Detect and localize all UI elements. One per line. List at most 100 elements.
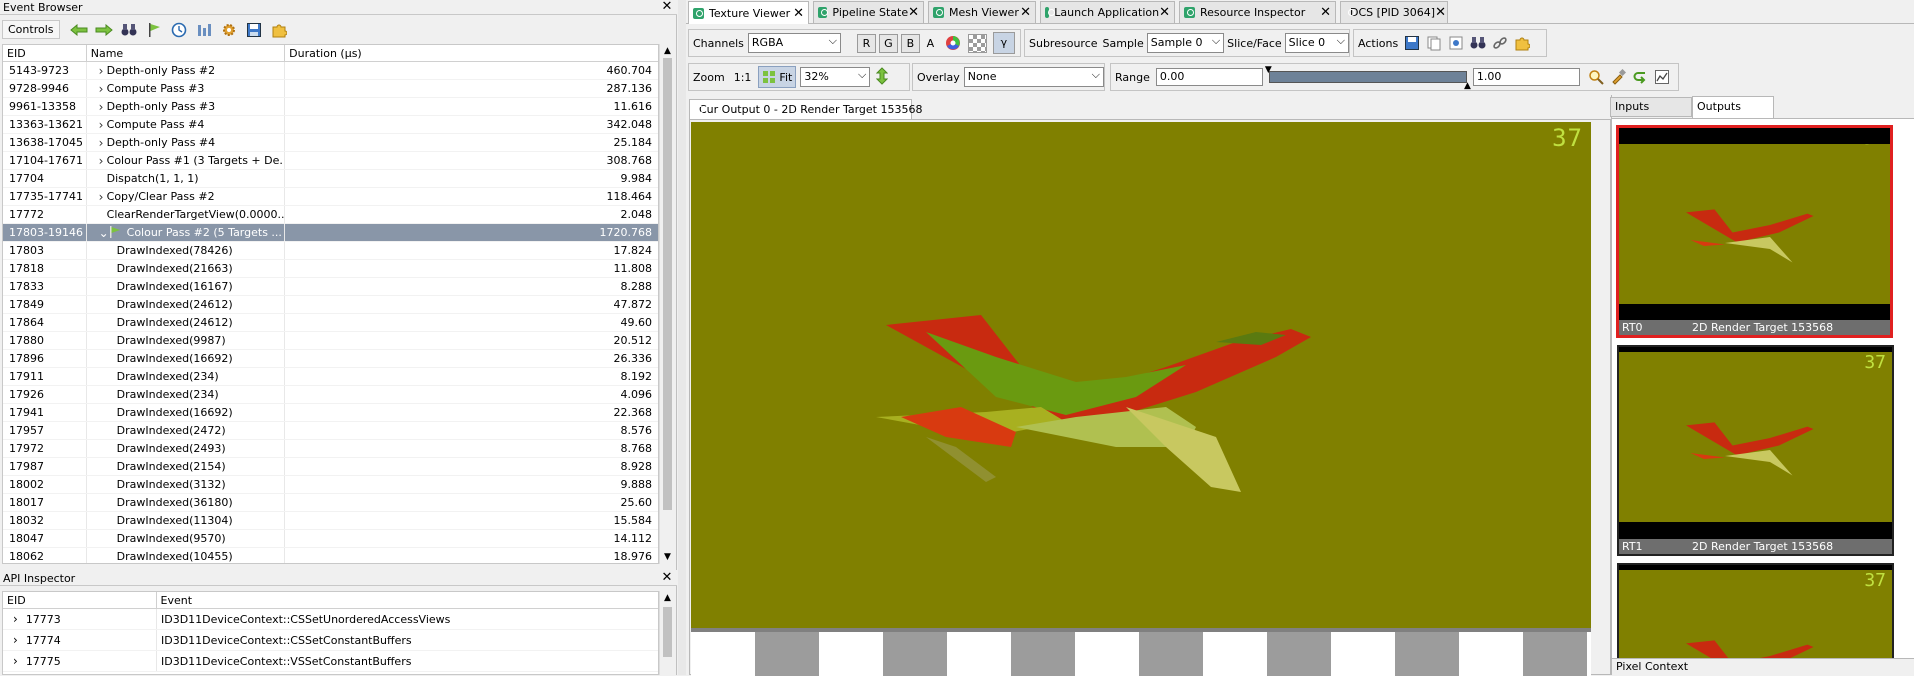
api-column-header-event[interactable]: Event (157, 592, 658, 608)
event-row[interactable]: 17957 DrawIndexed(2472) 8.576 (3, 422, 658, 440)
event-row[interactable]: 17864 DrawIndexed(24612) 49.60 (3, 314, 658, 332)
event-row[interactable]: 18047 DrawIndexed(9570) 14.112 (3, 530, 658, 548)
histogram-icon[interactable] (1653, 68, 1671, 86)
event-row[interactable]: 17833 DrawIndexed(16167) 8.288 (3, 278, 658, 296)
scroll-up-arrow-icon[interactable]: ▲ (660, 44, 675, 58)
tab-inputs[interactable]: Inputs (1610, 97, 1692, 117)
channel-g-toggle[interactable]: G (878, 33, 898, 53)
event-row[interactable]: 17772 ClearRenderTargetView(0.0000... 2.04… (3, 206, 658, 224)
pipette-icon[interactable] (1609, 68, 1627, 86)
channel-a-toggle[interactable]: A (923, 37, 938, 50)
expand-chevron-icon[interactable]: › (13, 654, 18, 668)
back-arrow-icon[interactable] (68, 19, 90, 41)
event-row[interactable]: 17941 DrawIndexed(16692) 22.368 (3, 404, 658, 422)
expand-chevron-icon[interactable]: › (99, 188, 104, 205)
gamma-toggle[interactable]: γ (992, 32, 1015, 54)
reset-range-icon[interactable] (1631, 68, 1649, 86)
forward-arrow-icon[interactable] (93, 19, 115, 41)
scroll-down-arrow-icon[interactable]: ▼ (660, 550, 675, 564)
link-chain-icon[interactable] (1491, 34, 1509, 52)
settings-gear-icon[interactable] (218, 19, 240, 41)
event-row[interactable]: 17704 Dispatch(1, 1, 1) 9.984 (3, 170, 658, 188)
api-inspector-close-icon[interactable]: ✕ (661, 571, 673, 585)
checkerboard-background-icon[interactable] (967, 33, 987, 53)
column-header-name[interactable]: Name (87, 45, 286, 61)
event-row[interactable]: 13363-13621 › Compute Pass #4 342.048 (3, 116, 658, 134)
tab-pipeline-state[interactable]: Pipeline State ✕ (813, 1, 924, 23)
event-row[interactable]: 17926 DrawIndexed(234) 4.096 (3, 386, 658, 404)
open-texture-list-icon[interactable] (1425, 34, 1443, 52)
event-row[interactable]: 17987 DrawIndexed(2154) 8.928 (3, 458, 658, 476)
pixel-context-title[interactable]: Pixel Context (1612, 658, 1914, 675)
find-binoculars-icon[interactable] (118, 19, 140, 41)
api-table-scrollbar[interactable]: ▲ (659, 591, 675, 675)
event-row[interactable]: 17896 DrawIndexed(16692) 26.336 (3, 350, 658, 368)
output-thumbnail-rt1[interactable]: 37 RT1 2D Render Target 153568 (1617, 345, 1894, 556)
expand-chevron-icon[interactable]: › (99, 134, 104, 151)
controls-toggle[interactable]: Controls (2, 20, 60, 39)
range-histogram-slider[interactable]: ▼ ▲ (1265, 65, 1471, 91)
scrollbar-thumb[interactable] (663, 58, 672, 510)
tab-close-icon[interactable]: ✕ (1159, 5, 1170, 20)
tab-mesh-viewer[interactable]: Mesh Viewer ✕ (928, 1, 1036, 23)
event-row[interactable]: 13638-17045 › Depth-only Pass #4 25.184 (3, 134, 658, 152)
expand-chevron-icon[interactable]: › (13, 612, 18, 626)
expand-chevron-icon[interactable]: › (99, 116, 104, 133)
range-min-input[interactable]: 0.00 (1155, 68, 1263, 86)
event-browser-close-icon[interactable]: ✕ (661, 0, 673, 14)
event-row[interactable]: 18017 DrawIndexed(36180) 25.60 (3, 494, 658, 512)
view-texture-icon[interactable] (1447, 34, 1465, 52)
output-thumbnail-rt2[interactable]: 37 (1617, 563, 1894, 658)
fit-button[interactable]: Fit (758, 66, 797, 88)
column-header-eid[interactable]: EID (3, 45, 87, 61)
channels-dropdown[interactable]: RGBA (747, 32, 841, 53)
expand-chevron-icon[interactable]: › (99, 80, 104, 97)
tab-outputs[interactable]: Outputs (1692, 96, 1774, 118)
event-row[interactable]: 17803-19146 ⌄ Colour Pass #2 (5 Targets ..… (3, 224, 658, 242)
api-row[interactable]: › 17774 ID3D11DeviceContext::CSSetConstant… (3, 630, 658, 651)
overlay-dropdown[interactable]: None (963, 66, 1104, 87)
timer-clock-icon[interactable] (168, 19, 190, 41)
expand-chevron-icon[interactable]: › (99, 98, 104, 115)
range-max-handle-icon[interactable]: ▲ (1464, 81, 1471, 91)
channel-b-toggle[interactable]: B (900, 33, 920, 53)
viewer-tab[interactable]: Cur Output 0 - 2D Render Target 153568 (689, 99, 922, 119)
sample-dropdown[interactable]: Sample 0 (1146, 32, 1225, 53)
range-min-handle-icon[interactable]: ▼ (1265, 65, 1272, 75)
tab-close-icon[interactable]: ✕ (793, 6, 804, 21)
zoom-dropdown[interactable]: 32% (800, 66, 871, 87)
event-row[interactable]: 17880 DrawIndexed(9987) 20.512 (3, 332, 658, 350)
event-row[interactable]: 17104-17671 › Colour Pass #1 (3 Targets + … (3, 152, 658, 170)
expand-chevron-icon[interactable]: › (99, 62, 104, 79)
event-row[interactable]: 17911 DrawIndexed(234) 8.192 (3, 368, 658, 386)
api-row[interactable]: › 17773 ID3D11DeviceContext::CSSetUnordere… (3, 609, 658, 630)
api-column-header-eid[interactable]: EID (3, 592, 157, 608)
find-binoculars-icon[interactable] (1469, 34, 1487, 52)
column-header-duration[interactable]: Duration (µs) (285, 45, 658, 61)
api-scrollbar-thumb[interactable] (663, 607, 672, 657)
render-target-image[interactable]: 37 (691, 122, 1591, 628)
api-row[interactable]: › 17775 ID3D11DeviceContext::VSSetConstant… (3, 651, 658, 672)
expand-chevron-icon[interactable]: › (13, 633, 18, 647)
event-row[interactable]: 17803 DrawIndexed(78426) 17.824 (3, 242, 658, 260)
slice-dropdown[interactable]: Slice 0 (1284, 32, 1349, 53)
expand-chevron-icon[interactable]: ⌄ (99, 224, 109, 241)
tab-close-icon[interactable]: ✕ (908, 5, 919, 20)
save-disk-icon[interactable] (243, 19, 265, 41)
api-scroll-up-arrow-icon[interactable]: ▲ (660, 591, 675, 605)
plugin-puzzle-icon[interactable] (268, 19, 290, 41)
flip-vertical-icon[interactable] (876, 66, 889, 88)
expand-chevron-icon[interactable]: › (99, 152, 104, 169)
panel-splitter[interactable] (678, 0, 686, 675)
bookmark-flag-icon[interactable] (143, 19, 165, 41)
save-texture-icon[interactable] (1403, 34, 1421, 52)
texture-viewport[interactable]: 37 (689, 119, 1611, 676)
channel-r-toggle[interactable]: R (856, 33, 876, 53)
event-table-scrollbar[interactable]: ▲ ▼ (659, 44, 675, 564)
event-row[interactable]: 17735-17741 › Copy/Clear Pass #2 118.464 (3, 188, 658, 206)
event-row[interactable]: 5143-9723 › Depth-only Pass #2 460.704 (3, 62, 658, 80)
event-row[interactable]: 18032 DrawIndexed(11304) 15.584 (3, 512, 658, 530)
tab-close-icon[interactable]: ✕ (1435, 5, 1446, 20)
color-wheel-icon[interactable] (944, 34, 962, 52)
event-row[interactable]: 18002 DrawIndexed(3132) 9.888 (3, 476, 658, 494)
